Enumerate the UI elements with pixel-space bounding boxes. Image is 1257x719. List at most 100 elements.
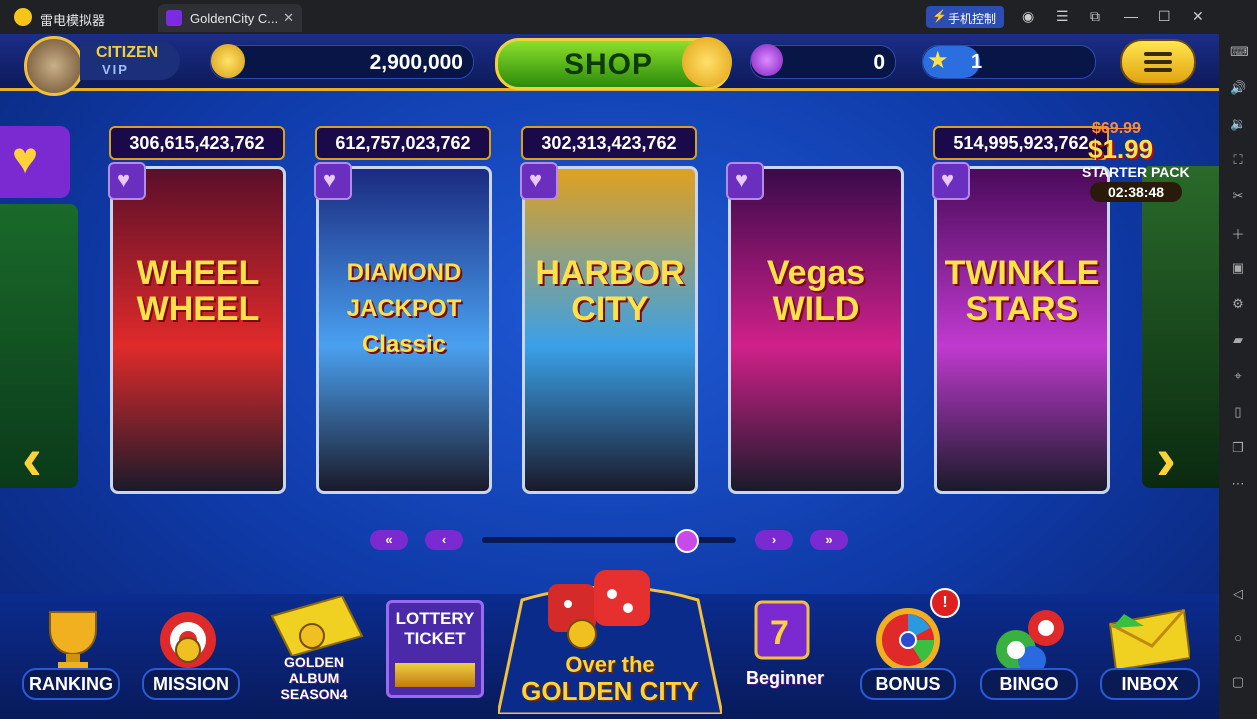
close-tab-icon[interactable]: ✕ (283, 10, 294, 26)
game-tab-title: GoldenCity C... (190, 11, 279, 26)
scroll-left-arrow[interactable]: ‹ (22, 424, 42, 493)
partial-game-card-right[interactable] (1142, 166, 1219, 488)
favorites-button[interactable]: ♥ (0, 126, 70, 198)
favorite-toggle[interactable]: ♥ (932, 162, 970, 200)
game-tab-icon (166, 10, 182, 26)
game-card[interactable]: Vegas WILD (728, 166, 904, 494)
heart-icon: ♥ (12, 134, 39, 183)
game-card-title: Vegas WILD (766, 254, 866, 328)
game-tab[interactable]: GoldenCity C... ✕ (158, 4, 302, 32)
offer-price: $1.99 (1088, 134, 1154, 164)
game-card-title: DIAMOND JACKPOT Classic (346, 259, 462, 358)
bingo-button[interactable]: BINGO (980, 668, 1078, 700)
bonus-notification-badge: ! (930, 588, 960, 618)
slider-knob[interactable] (675, 529, 700, 553)
coin-balance[interactable]: 2,900,000 (210, 44, 474, 79)
gem-balance[interactable]: 0 (750, 44, 896, 79)
emulator-logo-icon (14, 8, 32, 26)
golden-city-button[interactable]: Over the GOLDEN CITY (496, 564, 724, 716)
favorite-toggle[interactable]: ♥ (108, 162, 146, 200)
emulator-sidebar: ⌨ 🔊 🔉 ⛶ ✂ ＋ ▣ ⚙ ▰ ⌖ ▯ ❐ ⋯ ◁ ○ ▢ (1219, 34, 1257, 719)
carousel-slider[interactable] (482, 529, 736, 553)
ranking-button[interactable]: RANKING (22, 668, 120, 700)
golden-city-subtitle: Over the (565, 652, 655, 677)
jackpot-counter: 302,313,423,762 (521, 126, 697, 160)
coin-icon (211, 44, 245, 78)
recents-icon[interactable]: ▢ (1230, 674, 1246, 690)
favorite-toggle[interactable]: ♥ (726, 162, 764, 200)
shake-icon[interactable]: ▯ (1230, 404, 1246, 420)
inbox-button[interactable]: INBOX (1100, 668, 1200, 700)
level-number: 1 (971, 51, 983, 73)
volume-up-icon[interactable]: 🔊 (1230, 80, 1246, 96)
emulator-titlebar: 雷电模拟器 GoldenCity C... ✕ ⚡ 手机控制 ◉ ☰ ⧉ — ☐ … (0, 0, 1257, 34)
fullscreen-icon[interactable]: ⛶ (1230, 152, 1246, 168)
add-icon[interactable]: ＋ (1230, 224, 1246, 242)
bonus-button[interactable]: BONUS (860, 668, 956, 700)
golden-album-label: GOLDEN ALBUM SEASON4 (280, 654, 348, 702)
game-card[interactable]: WHEEL WHEEL (110, 166, 286, 494)
apk-icon[interactable]: ▣ (1230, 260, 1246, 276)
favorite-toggle[interactable]: ♥ (520, 162, 558, 200)
starter-pack-offer[interactable]: $69.99 $1.99 STARTER PACK 02:38:48 (1082, 120, 1192, 210)
heart-icon: ♥ (529, 167, 543, 192)
previous-page-button[interactable]: ‹ (425, 530, 463, 550)
back-icon[interactable]: ◁ (1230, 586, 1246, 602)
shop-button[interactable]: SHOP (495, 37, 732, 90)
svg-text:7: 7 (770, 614, 789, 652)
main-menu-button[interactable] (1120, 39, 1196, 85)
level-progress[interactable]: ★ 1 (922, 45, 1096, 79)
offer-label: STARTER PACK (1082, 164, 1190, 180)
maximize-icon[interactable]: ☐ (1158, 8, 1171, 25)
heart-icon: ♥ (117, 167, 131, 192)
star-icon: ★ (927, 47, 949, 74)
settings-icon[interactable]: ⚙ (1230, 296, 1246, 312)
mission-button[interactable]: MISSION (142, 668, 240, 700)
game-card-title: HARBOR CITY (535, 254, 685, 328)
beginner-icon[interactable]: 7 Beginner (742, 598, 828, 688)
heart-icon: ♥ (323, 167, 337, 192)
next-page-button[interactable]: › (755, 530, 793, 550)
multi-window-icon[interactable]: ❐ (1230, 440, 1246, 456)
lottery-ticket-button[interactable]: LOTTERY TICKET (386, 600, 484, 698)
game-viewport: CITIZEN VIP 2,900,000 SHOP 0 ★ 1 ♥ ‹ 306… (0, 34, 1219, 719)
volume-down-icon[interactable]: 🔉 (1230, 116, 1246, 132)
shop-label: SHOP (564, 48, 654, 81)
favorite-toggle[interactable]: ♥ (314, 162, 352, 200)
phone-control-button[interactable]: ⚡ 手机控制 (926, 6, 1004, 28)
home-icon[interactable]: ○ (1230, 630, 1246, 646)
location-icon[interactable]: ⌖ (1230, 368, 1246, 384)
popout-icon[interactable]: ⧉ (1090, 8, 1100, 25)
scroll-right-arrow[interactable]: › (1156, 424, 1176, 493)
lightning-icon: ⚡ (932, 9, 947, 23)
game-card[interactable]: TWINKLE STARS (934, 166, 1110, 494)
game-card-title: WHEEL WHEEL (136, 254, 260, 328)
gift-icon (682, 37, 732, 87)
hamburger-icon[interactable]: ☰ (1056, 8, 1069, 25)
lottery-ticket-icon (395, 663, 475, 687)
last-page-button[interactable]: » (810, 530, 848, 550)
jackpot-counter: 612,757,023,762 (315, 126, 491, 160)
golden-album-icon[interactable]: GOLDEN ALBUM SEASON4 (262, 594, 366, 706)
account-icon[interactable]: ◉ (1022, 8, 1034, 25)
beginner-label: Beginner (745, 668, 824, 688)
keyboard-icon[interactable]: ⌨ (1230, 44, 1249, 60)
coin-amount: 2,900,000 (369, 51, 463, 74)
game-card[interactable]: DIAMOND JACKPOT Classic (316, 166, 492, 494)
game-card[interactable]: HARBOR CITY (522, 166, 698, 494)
heart-icon: ♥ (941, 167, 955, 192)
gem-icon (751, 44, 783, 76)
player-avatar[interactable] (24, 36, 84, 96)
minimize-icon[interactable]: — (1124, 8, 1138, 24)
more-icon[interactable]: ⋯ (1230, 476, 1246, 492)
rank-tier: VIP (102, 62, 129, 77)
game-top-bar: CITIZEN VIP 2,900,000 SHOP 0 ★ 1 (0, 34, 1219, 96)
offer-timer: 02:38:48 (1090, 182, 1182, 202)
heart-icon: ♥ (735, 167, 749, 192)
vip-rank-badge[interactable]: CITIZEN VIP (80, 42, 180, 80)
first-page-button[interactable]: « (370, 530, 408, 550)
close-window-icon[interactable]: ✕ (1192, 8, 1204, 25)
emulator-app-name: 雷电模拟器 (40, 13, 106, 28)
folder-icon[interactable]: ▰ (1230, 332, 1246, 348)
scissors-icon[interactable]: ✂ (1230, 188, 1246, 204)
